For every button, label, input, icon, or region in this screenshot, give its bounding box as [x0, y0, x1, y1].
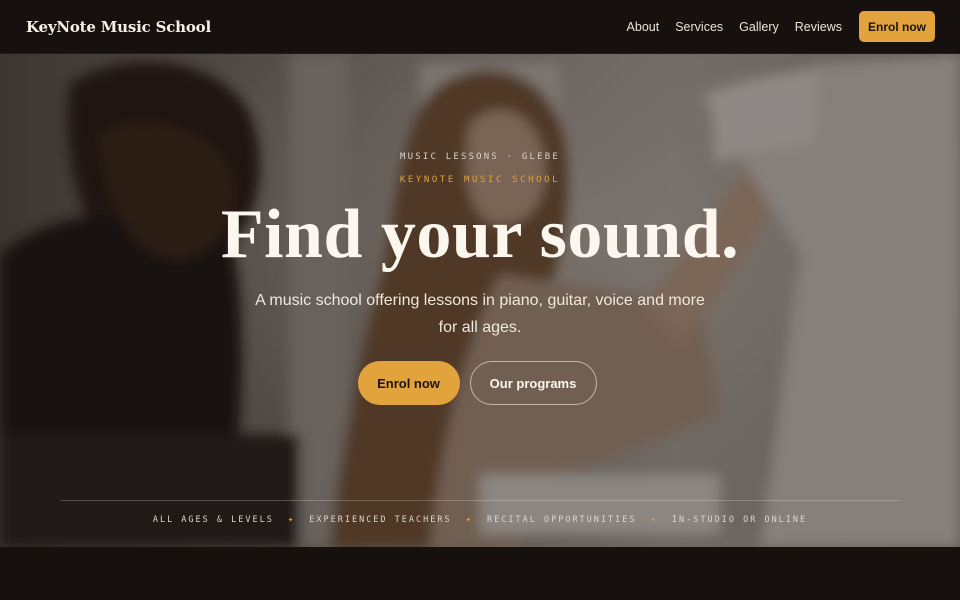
nav-services[interactable]: Services [675, 20, 723, 34]
feature-item: ALL AGES & LEVELS [152, 515, 274, 525]
hero-description: A music school offering lessons in piano… [255, 292, 705, 336]
next-section-band [0, 547, 960, 600]
site-header: KeyNote Music School About Services Gall… [0, 0, 960, 54]
feature-item: IN-STUDIO OR ONLINE [671, 515, 808, 525]
main-nav: About Services Gallery Reviews [627, 20, 842, 34]
feature-item: EXPERIENCED TEACHERS [309, 515, 452, 525]
nav-reviews[interactable]: Reviews [795, 20, 842, 34]
header-enrol-button[interactable]: Enrol now [859, 11, 935, 42]
star-separator-icon: ✦ [287, 515, 296, 525]
hero-title: Find your sound. [220, 196, 740, 273]
hero-enrol-button[interactable]: Enrol now [357, 361, 460, 405]
star-separator-icon: ✦ [465, 515, 474, 525]
feature-strip: ALL AGES & LEVELS ✦ EXPERIENCED TEACHERS… [0, 515, 960, 525]
hero-programs-button[interactable]: Our programs [469, 361, 597, 405]
hero-eyebrow: MUSIC LESSONS · GLEBE [400, 152, 560, 162]
feature-item: RECITAL OPPORTUNITIES [487, 515, 637, 525]
hero-section: MUSIC LESSONS · GLEBE KEYNOTE MUSIC SCHO… [0, 54, 960, 547]
hero-divider [60, 500, 900, 501]
nav-about[interactable]: About [627, 20, 660, 34]
hero-sub-eyebrow: KEYNOTE MUSIC SCHOOL [399, 175, 561, 185]
star-separator-icon: ✦ [650, 515, 658, 525]
brand-logo[interactable]: KeyNote Music School [26, 18, 211, 36]
nav-gallery[interactable]: Gallery [739, 20, 779, 34]
hero-button-row: Enrol now Our programs [0, 361, 960, 405]
